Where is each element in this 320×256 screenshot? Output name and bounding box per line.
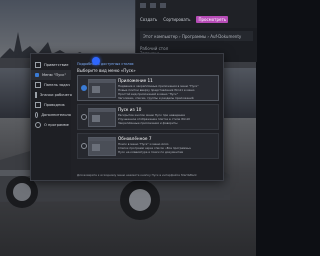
taskbar-icon	[35, 82, 41, 88]
style-preview-thumbnail	[88, 108, 116, 127]
address-bar[interactable]: Этот компьютер › Программы › Auf-Dokumen…	[140, 31, 253, 41]
info-icon	[35, 122, 41, 128]
styles-help-link[interactable]: Подробнее о доступных стилях	[77, 62, 134, 66]
minimize-icon[interactable]	[140, 2, 146, 8]
description-line: Заголовки, списки, группы и разделы прил…	[118, 96, 194, 100]
nav-item-label: Дополнительно	[41, 113, 71, 117]
nav-item-label: Приветствие	[44, 63, 69, 67]
nav-item-start-menu[interactable]: Меню "Пуск"	[31, 70, 71, 80]
mouse-pointer-icon	[92, 57, 100, 65]
nav-item-about[interactable]: О программе	[31, 120, 71, 130]
nav-item-label: Проводник	[44, 103, 65, 107]
home-icon	[35, 62, 41, 68]
style-option-description: Раскрытие кнопок меню Пуск при наведении…	[118, 113, 216, 125]
explorer-ribbon: Создать Сортировать Просмотреть	[136, 10, 257, 28]
desktop-icon	[35, 92, 37, 98]
description-line: Пуск на клавиатуре и поиск по документам	[118, 150, 184, 154]
settings-content: Подробнее о доступных стилях Выберите ви…	[73, 60, 221, 178]
ribbon-view-button[interactable]: Просмотреть	[196, 15, 229, 23]
explorer-titlebar[interactable]	[136, 0, 257, 10]
style-option-title: Пуск из 10	[118, 107, 142, 112]
section-heading: Выберите вид меню «Пуск»	[77, 68, 136, 73]
style-option-win7[interactable]: Обновлённое 7 Поиск в меню "Пуск" и меню…	[77, 133, 219, 159]
maximize-icon[interactable]	[150, 2, 156, 8]
footer-note: Для возврата к исходному меню нажмите кн…	[77, 173, 197, 177]
style-option-win11[interactable]: Приложение 11 Недавние и закреплённые пр…	[77, 75, 219, 101]
style-preview-thumbnail	[88, 79, 116, 98]
style-option-description: Недавние и закреплённые приложения в мен…	[118, 84, 216, 100]
style-radio[interactable]	[81, 143, 87, 149]
nav-item-explorer[interactable]: Проводник	[31, 100, 71, 110]
nav-item-desktop-icons[interactable]: Значки рабочего	[31, 90, 72, 100]
style-option-description: Поиск в меню "Пуск" и меню Алло Список п…	[118, 142, 216, 154]
nav-item-label: Меню "Пуск"	[42, 73, 67, 77]
style-option-title: Приложение 11	[118, 78, 153, 83]
nav-item-label: О программе	[44, 123, 69, 127]
ribbon-sort-button[interactable]: Сортировать	[163, 17, 190, 22]
folder-icon	[35, 102, 41, 108]
style-option-title: Обновлённое 7	[118, 136, 152, 141]
nav-item-advanced[interactable]: Дополнительно	[31, 110, 71, 120]
nav-item-label: Значки рабочего	[40, 93, 72, 97]
nav-item-taskbar[interactable]: Панель задач	[31, 80, 71, 90]
nav-item-welcome[interactable]: Приветствие	[31, 60, 71, 70]
startmenu-settings-dialog: Приветствие Меню "Пуск" Панель задач Зна…	[30, 53, 224, 181]
gear-icon	[35, 112, 39, 118]
start-menu-icon	[35, 73, 39, 77]
description-line: Закреплённые приложения и фавориты	[118, 121, 178, 125]
ribbon-create-button[interactable]: Создать	[140, 17, 157, 22]
close-icon[interactable]	[160, 2, 166, 8]
nav-item-label: Панель задач	[44, 83, 70, 87]
style-radio[interactable]	[81, 85, 87, 91]
style-radio[interactable]	[81, 114, 87, 120]
settings-nav: Приветствие Меню "Пуск" Панель задач Зна…	[31, 60, 72, 180]
style-option-win10[interactable]: Пуск из 10 Раскрытие кнопок меню Пуск пр…	[77, 104, 219, 130]
style-preview-thumbnail	[88, 137, 116, 156]
